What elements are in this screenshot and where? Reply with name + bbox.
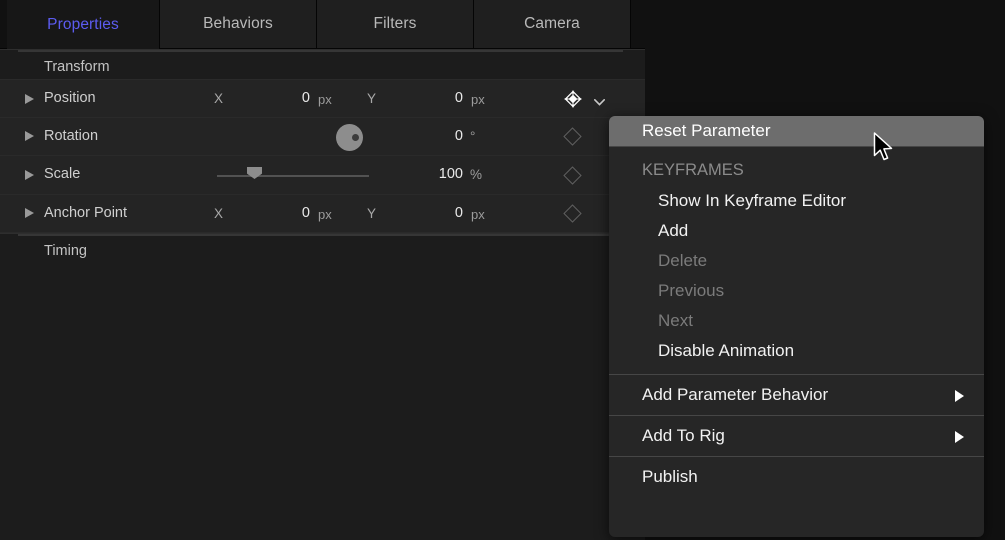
keyframe-diamond-icon[interactable] bbox=[563, 204, 581, 222]
menu-item-add-to-rig-label: Add To Rig bbox=[642, 426, 725, 446]
menu-item-next-label: Next bbox=[658, 311, 693, 331]
position-y-unit: px bbox=[471, 92, 485, 107]
tab-filters-label: Filters bbox=[374, 15, 417, 33]
parameter-label-anchor-point: Anchor Point bbox=[44, 205, 127, 221]
menu-item-previous-label: Previous bbox=[658, 281, 724, 301]
tab-filters[interactable]: Filters bbox=[317, 0, 474, 49]
menu-item-previous: Previous bbox=[609, 276, 984, 306]
anchor-y-unit: px bbox=[471, 207, 485, 222]
menu-spacer bbox=[609, 147, 984, 155]
inspector-panel: Properties Behaviors Filters Camera Tran… bbox=[0, 0, 645, 540]
scale-slider-thumb[interactable] bbox=[247, 167, 262, 179]
disclosure-triangle-icon[interactable] bbox=[25, 94, 34, 104]
position-x-unit: px bbox=[318, 92, 332, 107]
inspector-body: Transform Position X 0 px Y 0 px bbox=[0, 49, 645, 540]
rotation-value[interactable]: 0 bbox=[395, 128, 463, 144]
parameter-context-menu: Reset Parameter KEYFRAMES Show In Keyfra… bbox=[609, 116, 984, 537]
parameter-label-position: Position bbox=[44, 90, 96, 106]
parameter-row-position[interactable]: Position X 0 px Y 0 px bbox=[0, 79, 645, 118]
rotation-dial-knob bbox=[352, 134, 359, 141]
menu-item-add-to-rig[interactable]: Add To Rig bbox=[609, 421, 984, 451]
menu-item-delete: Delete bbox=[609, 246, 984, 276]
scale-value[interactable]: 100 bbox=[395, 166, 463, 182]
app-root: Properties Behaviors Filters Camera Tran… bbox=[0, 0, 1005, 540]
menu-spacer bbox=[609, 366, 984, 374]
tab-behaviors[interactable]: Behaviors bbox=[160, 0, 317, 49]
menu-item-publish-label: Publish bbox=[642, 467, 698, 487]
anchor-x-axis-label: X bbox=[214, 206, 223, 221]
parameter-label-rotation: Rotation bbox=[44, 128, 98, 144]
group-title-timing: Timing bbox=[44, 243, 87, 259]
anchor-x-value[interactable]: 0 bbox=[250, 205, 310, 221]
position-x-axis-label: X bbox=[214, 91, 223, 106]
group-header-timing[interactable]: Timing bbox=[0, 233, 645, 279]
group-divider-line bbox=[18, 234, 623, 236]
parameter-label-scale: Scale bbox=[44, 166, 80, 182]
menu-item-show-in-keyframe-editor[interactable]: Show In Keyframe Editor bbox=[609, 186, 984, 216]
menu-item-delete-label: Delete bbox=[658, 251, 707, 271]
anchor-y-value[interactable]: 0 bbox=[403, 205, 463, 221]
menu-item-disable-animation[interactable]: Disable Animation bbox=[609, 336, 984, 366]
group-title-transform: Transform bbox=[44, 59, 110, 75]
menu-item-show-in-keyframe-editor-label: Show In Keyframe Editor bbox=[658, 191, 846, 211]
disclosure-triangle-icon[interactable] bbox=[25, 170, 34, 180]
submenu-arrow-icon bbox=[955, 390, 964, 402]
rotation-dial[interactable] bbox=[336, 124, 363, 151]
position-y-value[interactable]: 0 bbox=[403, 90, 463, 106]
tab-properties[interactable]: Properties bbox=[7, 0, 160, 49]
position-x-value[interactable]: 0 bbox=[250, 90, 310, 106]
rotation-unit: ° bbox=[470, 129, 475, 144]
tab-bar-right-spacer bbox=[631, 0, 645, 49]
menu-section-keyframes: KEYFRAMES bbox=[609, 155, 984, 186]
disclosure-triangle-icon[interactable] bbox=[25, 208, 34, 218]
menu-item-reset-parameter[interactable]: Reset Parameter bbox=[609, 116, 984, 146]
keyframe-diamond-icon[interactable] bbox=[563, 127, 581, 145]
tab-camera-label: Camera bbox=[524, 15, 580, 33]
inspector-tab-bar: Properties Behaviors Filters Camera bbox=[0, 0, 645, 49]
scale-slider-track[interactable] bbox=[217, 175, 369, 177]
parameter-rows: Position X 0 px Y 0 px bbox=[0, 79, 645, 233]
tab-bar-left-spacer bbox=[0, 0, 7, 49]
anchor-x-unit: px bbox=[318, 207, 332, 222]
keyframe-diamond-icon[interactable] bbox=[563, 166, 581, 184]
chevron-down-icon[interactable] bbox=[594, 93, 605, 100]
group-header-transform[interactable]: Transform bbox=[0, 49, 645, 79]
menu-item-publish[interactable]: Publish bbox=[609, 462, 984, 492]
scale-unit: % bbox=[470, 167, 482, 182]
menu-item-add[interactable]: Add bbox=[609, 216, 984, 246]
menu-item-add-parameter-behavior[interactable]: Add Parameter Behavior bbox=[609, 380, 984, 410]
disclosure-triangle-icon[interactable] bbox=[25, 131, 34, 141]
parameter-row-rotation[interactable]: Rotation 0 ° bbox=[0, 118, 645, 157]
menu-item-next: Next bbox=[609, 306, 984, 336]
position-y-axis-label: Y bbox=[367, 91, 376, 106]
mouse-cursor bbox=[873, 132, 895, 164]
menu-item-disable-animation-label: Disable Animation bbox=[658, 341, 794, 361]
parameter-row-scale[interactable]: Scale 100 % bbox=[0, 156, 645, 195]
menu-section-keyframes-label: KEYFRAMES bbox=[642, 161, 744, 180]
anchor-y-axis-label: Y bbox=[367, 206, 376, 221]
group-divider-line bbox=[18, 50, 623, 52]
tab-behaviors-label: Behaviors bbox=[203, 15, 273, 33]
submenu-arrow-icon bbox=[955, 431, 964, 443]
menu-item-add-parameter-behavior-label: Add Parameter Behavior bbox=[642, 385, 828, 405]
menu-item-add-label: Add bbox=[658, 221, 688, 241]
menu-item-reset-parameter-label: Reset Parameter bbox=[642, 121, 771, 141]
parameter-row-anchor-point[interactable]: Anchor Point X 0 px Y 0 px bbox=[0, 195, 645, 234]
tab-camera[interactable]: Camera bbox=[474, 0, 631, 49]
tab-properties-label: Properties bbox=[47, 16, 119, 34]
keyframe-active-icon[interactable] bbox=[564, 90, 582, 108]
